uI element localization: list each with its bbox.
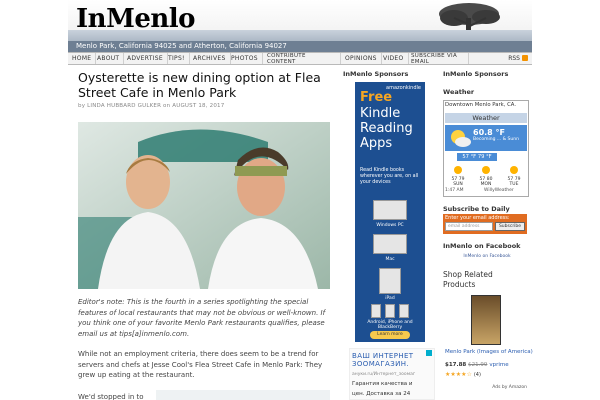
ads-by-amazon[interactable]: Ads by Amazon [492,385,527,390]
shop-title-1: Shop Related [443,270,493,279]
kindle-free-label: Free [360,90,393,105]
phone-icon [399,304,409,318]
nav-about[interactable]: ABOUT [93,53,125,64]
phone-icon [385,304,395,318]
sun-icon [482,166,490,174]
kindle-headline: Kindle Reading Apps [360,106,413,151]
kindle-subtext: Read Kindle books wherever you are, on a… [360,168,419,185]
right-sidebar: InMenlo Sponsors Weather Downtown Menlo … [443,70,533,390]
device-mac-label: Mac [385,257,395,262]
weather-widget[interactable]: Downtown Menlo Park, CA. Weather 60.8 °F… [443,100,529,197]
nav-tips[interactable]: TIPS! [164,53,190,64]
site-tagline: Menlo Park, California 94025 and Atherto… [76,42,287,50]
pet-store-ad[interactable]: ВАШ ИНТЕРНЕТ ЗООМАГАЗИН. ануки.ru/Интерн… [349,348,435,400]
nav-archives[interactable]: ARCHIVES [189,53,231,64]
weather-brand[interactable]: WillyWeather [484,187,514,195]
nav-subscribe[interactable]: SUBSCRIBE VIA EMAIL [407,53,469,65]
sun-icon [454,166,462,174]
kindle-learn-more-button[interactable]: Learn more [370,331,410,339]
sponsors-column: InMenlo Sponsors amazonkindle Free Kindl… [343,70,435,400]
kindle-headline-3: Apps [360,136,393,151]
rss-icon [522,55,528,61]
byline-date: AUGUST 18, 2017 [172,103,225,109]
nav-rss[interactable]: RSS [508,53,528,64]
shop-title: Shop Related Products [443,270,493,290]
ad-text-2: цен. Доставка за 24 [352,391,411,397]
inline-image [156,390,330,400]
weather-condition: Becoming ... & Sunn [473,137,519,142]
nav-advertise[interactable]: ADVERTISE [123,53,168,64]
nav-photos[interactable]: PHOTOS [227,53,263,64]
weather-title: Weather [445,113,527,123]
kindle-headline-2: Reading [360,121,413,136]
weather-location: Downtown Menlo Park, CA. [445,102,517,108]
prime-badge: vprime [489,362,509,368]
weather-hilo: 57 °F 79 °F [457,153,497,161]
byline-by: by [78,103,86,109]
byline-author[interactable]: LINDA HUBBARD GULKER [87,103,161,109]
kindle-ad[interactable]: amazonkindle Free Kindle Reading Apps Re… [355,82,425,342]
ad-headline: ВАШ ИНТЕРНЕТ ЗООМАГАЗИН. [352,352,413,368]
book-title-link[interactable]: Menlo Park (Images of America) [445,349,533,355]
ad-text-1: Гарантия качества и [352,381,413,387]
ad-choices-icon[interactable] [426,350,432,356]
byline-on: on [163,103,171,109]
ipad-icon [379,268,401,294]
nav-video[interactable]: VIDEO [379,53,409,64]
article-title[interactable]: Oysterette is new dining option at Flea … [78,70,330,100]
subscribe-button[interactable]: Subscribe [495,222,525,231]
nav-opinions[interactable]: OPINIONS [341,53,382,64]
device-windows-label: Windows PC [376,223,404,228]
ad-headline-2: ЗООМАГАЗИН. [352,360,410,368]
rss-label: RSS [508,55,520,62]
price-old: $21.99 [468,362,488,368]
mac-icon [373,234,407,254]
device-ipad-label: iPad [385,296,395,301]
rating-stars[interactable]: ★★★★☆ (4) [445,371,481,378]
email-input[interactable]: email address [445,222,493,231]
article-byline: by LINDA HUBBARD GULKER on AUGUST 18, 20… [78,103,330,109]
facebook-link[interactable]: InMenlo on Facebook [443,254,531,259]
subscribe-box: Enter your email address: email address … [443,214,527,234]
review-count: (4) [473,372,481,378]
phone-icon [371,304,381,318]
price-current: $17.88 [445,362,467,368]
sponsors-title: InMenlo Sponsors [343,70,409,78]
book-price: $17.88 $21.99 vprime [445,362,509,368]
article-paragraph-2: We'd stopped in to [78,393,144,400]
ad-url: ануки.ru/Интернет_зоомаг [352,372,416,377]
ad-headline-1: ВАШ ИНТЕРНЕТ [352,352,414,360]
weather-current: 60.8 °F Becoming ... & Sunn [445,125,527,151]
kindle-headline-1: Kindle [360,106,401,121]
article: Oysterette is new dining option at Flea … [78,70,330,400]
stars-icon: ★★★★☆ [445,371,472,378]
book-cover-image[interactable] [471,295,501,345]
sun-cloud-icon [451,130,471,147]
site-header: InMenlo Menlo Park, California 94025 and… [68,0,532,52]
nav-contribute-content[interactable]: CONTRIBUTE CONTENT [263,53,341,65]
sponsors-right-title: InMenlo Sponsors [443,70,509,78]
main-nav: HOME ABOUT ADVERTISE TIPS! ARCHIVES PHOT… [68,52,532,65]
device-mobile-label: Android, iPhone and BlackBerry [367,320,413,330]
tagline-bar: Menlo Park, California 94025 and Atherto… [68,41,532,52]
laptop-icon [373,200,407,220]
nav-contribute-line2: CONTENT [267,59,296,65]
editors-note: Editor's note: This is the fourth in a s… [78,298,326,338]
sun-icon [510,166,518,174]
shop-title-2: Products [443,280,476,289]
article-paragraph-1: While not an employment criteria, there … [78,350,323,379]
weather-heading: Weather [443,88,475,96]
subscribe-label: Enter your email address: [445,215,510,221]
facebook-title: InMenlo on Facebook [443,242,521,250]
weather-temp: 60.8 °F [473,128,505,137]
article-photo [78,122,330,289]
